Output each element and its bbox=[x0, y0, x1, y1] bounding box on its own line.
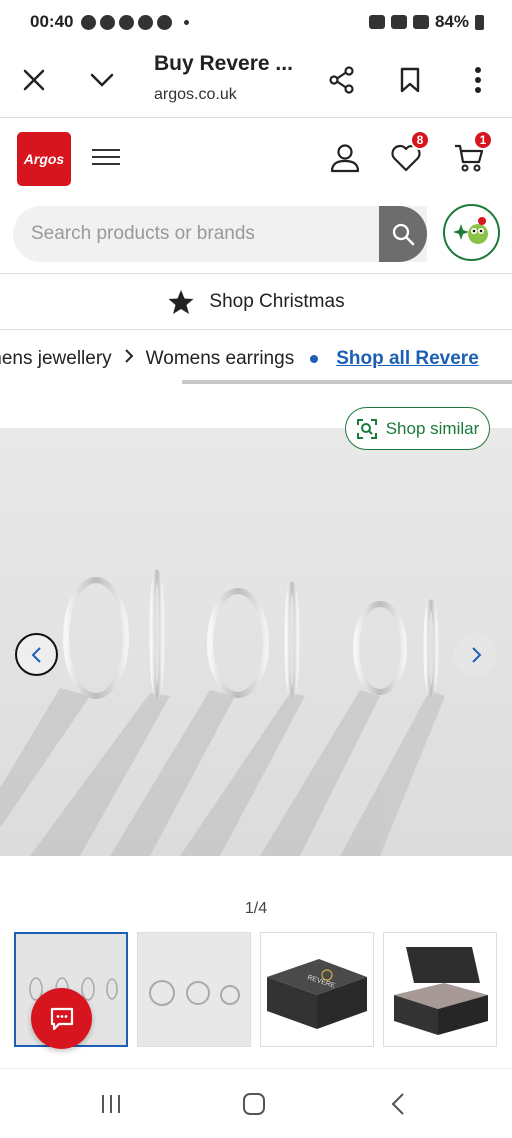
messenger-icon bbox=[138, 14, 154, 30]
hoops-flat-thumbnail bbox=[138, 933, 250, 1046]
thumbnail-3[interactable]: REVERE bbox=[260, 932, 374, 1047]
hoop-earrings-photo bbox=[0, 569, 445, 856]
alarm-icon bbox=[368, 15, 385, 29]
assistant-mascot-icon bbox=[452, 216, 488, 244]
search-input[interactable] bbox=[13, 206, 379, 262]
account-button[interactable] bbox=[325, 138, 365, 178]
status-right: 84% bbox=[368, 12, 484, 32]
thumbnail-2[interactable] bbox=[137, 932, 251, 1047]
gift-box-closed-thumbnail: REVERE bbox=[261, 933, 373, 1046]
wishlist-count-badge: 8 bbox=[410, 130, 430, 150]
shop-christmas-link[interactable]: Shop Christmas bbox=[0, 274, 512, 330]
previous-image-button[interactable] bbox=[15, 633, 58, 676]
shop-similar-label: Shop similar bbox=[385, 418, 480, 438]
logo-text: Argos bbox=[23, 151, 65, 167]
user-icon bbox=[330, 144, 360, 173]
star-icon bbox=[168, 289, 194, 314]
signal-icon bbox=[412, 15, 429, 29]
bookmark-icon bbox=[400, 67, 420, 93]
chat-button[interactable] bbox=[31, 988, 92, 1049]
chevron-right-icon bbox=[124, 348, 134, 370]
search-bar bbox=[13, 206, 427, 262]
product-image[interactable] bbox=[0, 428, 512, 856]
page-url[interactable]: argos.co.uk bbox=[154, 86, 237, 104]
breadcrumb: mens jewellery Womens earrings Shop all … bbox=[0, 330, 512, 386]
status-time: 00:40 bbox=[30, 12, 74, 31]
close-icon bbox=[23, 69, 45, 91]
breadcrumb-item-mens-jewellery[interactable]: mens jewellery bbox=[0, 348, 112, 370]
thumbnail-4[interactable] bbox=[383, 932, 497, 1047]
snapchat-icon bbox=[100, 14, 116, 30]
page-title: Buy Revere ... bbox=[154, 52, 293, 75]
argos-logo[interactable]: Argos bbox=[17, 132, 71, 186]
recent-apps-icon bbox=[102, 1095, 120, 1113]
search-icon bbox=[392, 223, 415, 246]
chevron-down-icon bbox=[90, 73, 114, 87]
basket-button[interactable]: 1 bbox=[449, 130, 493, 178]
share-icon bbox=[329, 66, 354, 94]
shop-christmas-label: Shop Christmas bbox=[209, 290, 345, 312]
home-icon bbox=[243, 1093, 265, 1115]
wishlist-button[interactable]: 8 bbox=[386, 130, 430, 178]
search-button[interactable] bbox=[379, 206, 427, 262]
image-counter: 1/4 bbox=[244, 900, 268, 917]
shop-similar-button[interactable]: Shop similar bbox=[345, 407, 490, 450]
visual-search-icon bbox=[356, 418, 377, 439]
back-icon bbox=[391, 1093, 404, 1115]
back-button[interactable] bbox=[383, 1089, 413, 1119]
battery-percent: 84% bbox=[434, 12, 469, 31]
hamburger-icon bbox=[92, 149, 120, 151]
ai-assistant-button[interactable] bbox=[443, 204, 500, 261]
system-navigation-bar bbox=[0, 1068, 512, 1138]
notification-icons bbox=[81, 14, 190, 30]
site-header: Argos 8 1 bbox=[0, 118, 512, 274]
menu-button[interactable] bbox=[90, 144, 122, 176]
shop-all-revere-link[interactable]: Shop all Revere bbox=[336, 348, 479, 370]
kebab-menu-icon bbox=[475, 67, 481, 93]
messenger-icon bbox=[119, 14, 135, 30]
browser-toolbar: Buy Revere ... argos.co.uk bbox=[0, 44, 512, 118]
chevron-left-icon bbox=[31, 646, 41, 663]
close-tab-button[interactable] bbox=[12, 58, 56, 102]
chat-icon bbox=[50, 1007, 73, 1030]
basket-count-badge: 1 bbox=[473, 130, 493, 150]
bookmark-button[interactable] bbox=[388, 58, 432, 102]
minimize-button[interactable] bbox=[80, 58, 124, 102]
tiktok-icon bbox=[157, 14, 173, 30]
separator-dot bbox=[310, 355, 319, 363]
wifi-icon bbox=[390, 15, 407, 29]
status-bar: 00:40 84% bbox=[0, 0, 512, 44]
home-button[interactable] bbox=[239, 1089, 269, 1119]
breadcrumb-item-womens-earrings[interactable]: Womens earrings bbox=[146, 348, 295, 370]
gift-box-open-thumbnail bbox=[384, 933, 496, 1046]
chevron-right-icon bbox=[471, 646, 481, 663]
next-image-button[interactable] bbox=[454, 633, 497, 676]
share-button[interactable] bbox=[320, 58, 364, 102]
fingerprint-icon bbox=[81, 14, 97, 30]
more-notifications-icon bbox=[184, 19, 190, 25]
more-options-button[interactable] bbox=[456, 58, 500, 102]
recent-apps-button[interactable] bbox=[96, 1089, 126, 1119]
breadcrumb-scrollbar bbox=[182, 380, 512, 384]
battery-icon bbox=[475, 14, 484, 30]
